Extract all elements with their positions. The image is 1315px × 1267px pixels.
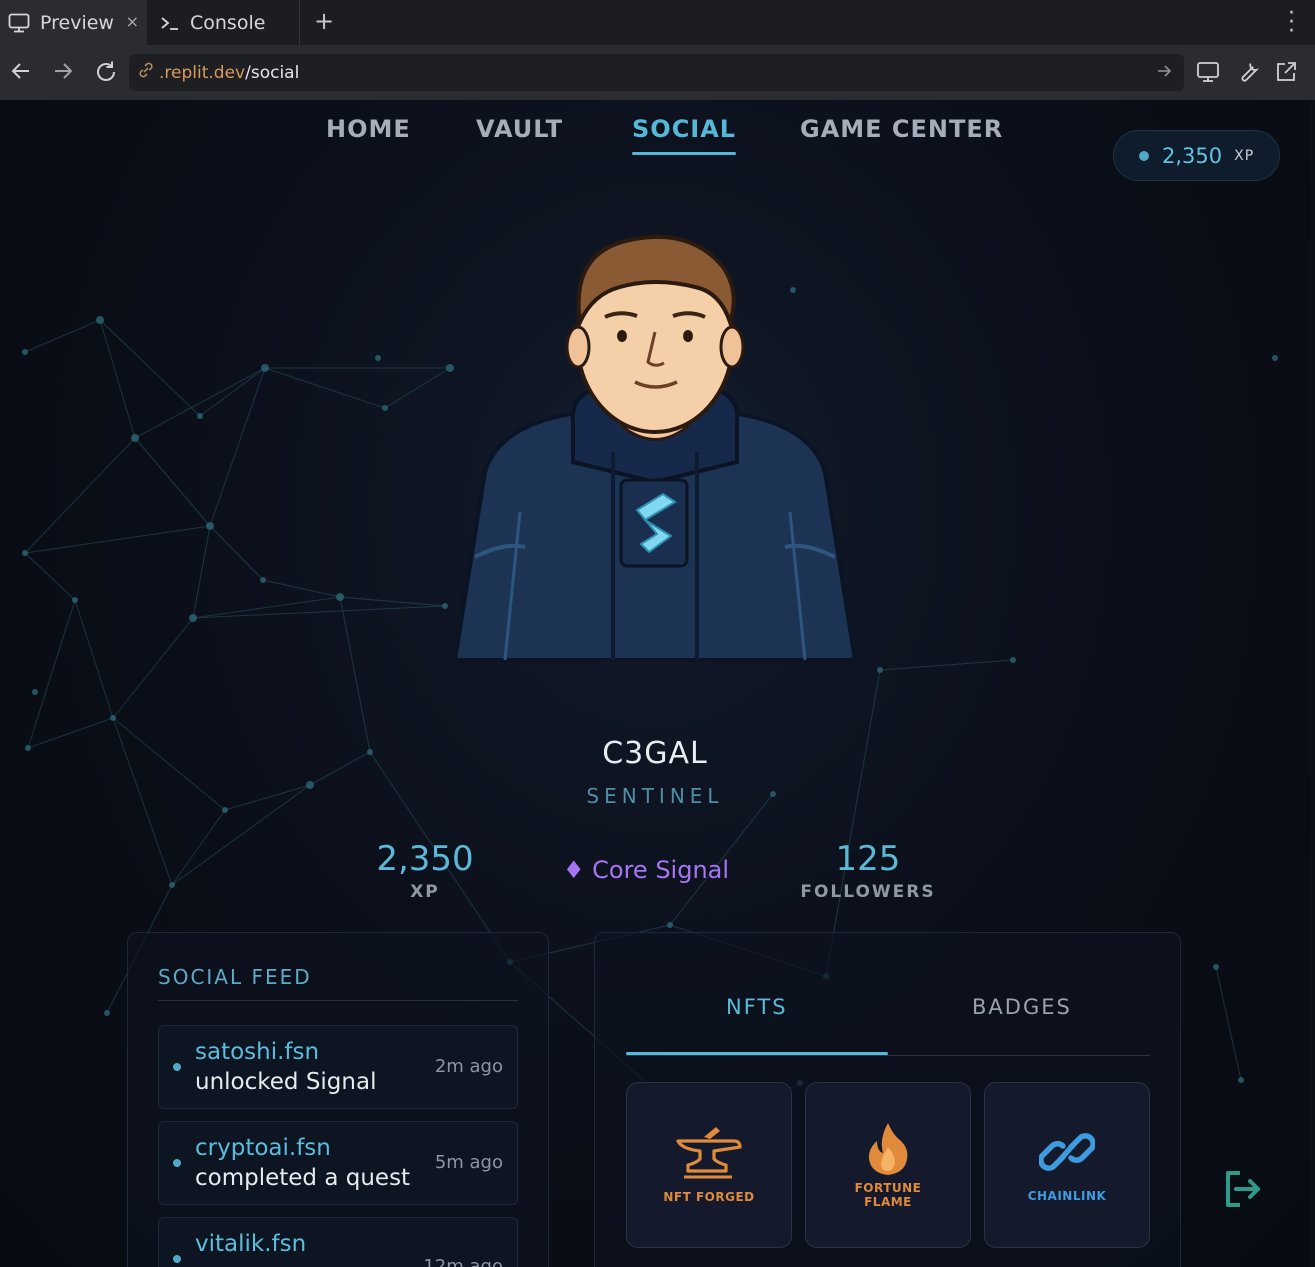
- open-external-icon[interactable]: [1274, 60, 1298, 88]
- feed-user[interactable]: cryptoai.fsn: [195, 1135, 331, 1161]
- go-arrow-icon[interactable]: [1156, 63, 1172, 84]
- link-icon: [137, 61, 155, 84]
- xp-pill-value: 2,350: [1162, 143, 1223, 168]
- reload-icon[interactable]: [94, 60, 118, 88]
- stat-xp-value: 2,350: [376, 839, 474, 879]
- active-tab-indicator: [626, 1052, 888, 1055]
- nft-card-label-line2: FLAME: [864, 1195, 912, 1209]
- tab-preview-label: Preview: [40, 11, 114, 34]
- feed-item[interactable]: cryptoai.fsn completed a quest 5m ago: [158, 1121, 518, 1205]
- nav-home[interactable]: HOME: [326, 115, 411, 143]
- feed-user[interactable]: satoshi.fsn: [195, 1039, 319, 1065]
- collectibles-panel: NFTS BADGES NFT FORGED FORTUNE FLAME CHA…: [594, 932, 1181, 1267]
- nft-card-label: FORTUNE: [854, 1181, 922, 1195]
- tab-console-label: Console: [190, 11, 266, 34]
- url-host: .replit.dev: [159, 62, 246, 83]
- address-bar-row: .replit.dev/social: [0, 45, 1315, 100]
- tab-preview[interactable]: Preview ×: [0, 0, 147, 45]
- xp-dot: [1139, 150, 1149, 161]
- xp-pill-unit: XP: [1234, 147, 1255, 164]
- browser-tab-bar: Preview × Console + · · ·: [0, 0, 1315, 45]
- feed-action: unlocked Signal: [195, 1069, 377, 1095]
- feed-dot: [173, 1255, 181, 1263]
- nav-social[interactable]: SOCIAL: [632, 115, 737, 155]
- tab-console[interactable]: Console: [148, 0, 300, 45]
- stat-xp-label: XP: [410, 882, 440, 902]
- feed-user[interactable]: vitalik.fsn: [195, 1231, 306, 1257]
- nft-card-label: NFT FORGED: [663, 1190, 755, 1204]
- nav-game-center[interactable]: GAME CENTER: [800, 115, 1003, 143]
- social-feed-panel: SOCIAL FEED satoshi.fsn unlocked Signal …: [127, 932, 549, 1267]
- logout-icon[interactable]: [1222, 1168, 1264, 1214]
- nft-card-chainlink[interactable]: CHAINLINK: [984, 1082, 1150, 1248]
- more-options-icon[interactable]: · · ·: [1288, 3, 1295, 43]
- feed-time: 2m ago: [434, 1056, 503, 1077]
- tier-label: ♦ Core Signal: [563, 856, 730, 884]
- feed-item[interactable]: satoshi.fsn unlocked Signal 2m ago: [158, 1025, 518, 1109]
- tab-badges[interactable]: BADGES: [972, 995, 1072, 1019]
- nft-card-label: CHAINLINK: [1027, 1189, 1107, 1203]
- chain-link-icon: [1039, 1133, 1095, 1171]
- tab-nfts[interactable]: NFTS: [726, 995, 788, 1019]
- profile-rank: SENTINEL: [586, 784, 724, 808]
- xp-balance-pill: 2,350 XP: [1113, 130, 1280, 181]
- flame-icon: [868, 1123, 908, 1175]
- forward-icon[interactable]: [52, 60, 74, 86]
- anvil-icon: [676, 1127, 742, 1179]
- url-path: /social: [245, 62, 300, 83]
- stat-followers-value: 125: [835, 839, 901, 879]
- feed-action: completed a quest: [195, 1165, 411, 1191]
- close-tab-icon[interactable]: ×: [126, 12, 139, 31]
- url-field[interactable]: .replit.dev/social: [129, 54, 1184, 91]
- feed-dot: [173, 1159, 181, 1167]
- profile-username: C3GAL: [602, 736, 708, 771]
- nft-card-fortune-flame[interactable]: FORTUNE FLAME: [805, 1082, 971, 1248]
- back-icon[interactable]: [10, 60, 32, 86]
- feed-time: 5m ago: [434, 1152, 503, 1173]
- divider: [158, 1000, 518, 1001]
- new-tab-button[interactable]: +: [314, 7, 334, 35]
- monitor-icon: [8, 13, 30, 33]
- feed-dot: [173, 1063, 181, 1071]
- social-feed-title: SOCIAL FEED: [158, 965, 312, 989]
- stat-followers-label: FOLLOWERS: [800, 882, 936, 902]
- app-viewport: HOME VAULT SOCIAL GAME CENTER 2,350 XP C…: [0, 100, 1310, 1267]
- feed-time: 12m ago: [423, 1256, 503, 1267]
- wrench-icon[interactable]: [1236, 60, 1260, 88]
- terminal-icon: [160, 14, 180, 32]
- profile-avatar: [445, 234, 865, 662]
- nft-card-nft-forged[interactable]: NFT FORGED: [626, 1082, 792, 1248]
- tab-divider: [626, 1055, 1150, 1056]
- devices-icon[interactable]: [1196, 60, 1220, 88]
- feed-item[interactable]: vitalik.fsn 12m ago: [158, 1217, 518, 1267]
- nav-vault[interactable]: VAULT: [476, 115, 563, 143]
